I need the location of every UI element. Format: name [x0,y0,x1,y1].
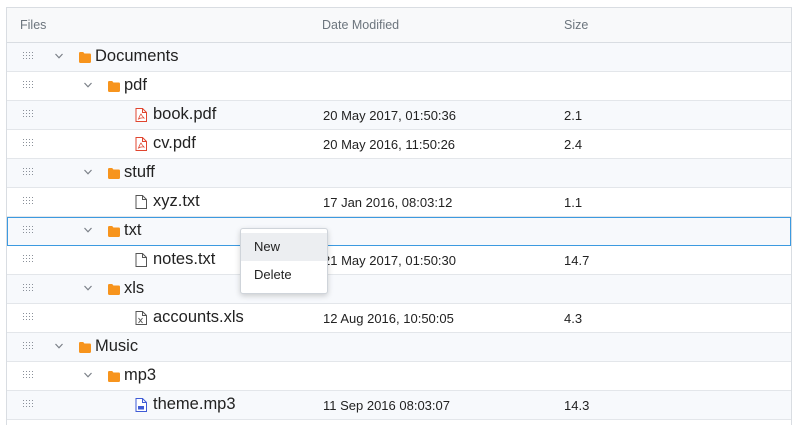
chevron-down-icon[interactable] [83,370,93,380]
folder-row[interactable]: Documents [7,43,791,72]
size-cell: 14.3 [564,397,590,413]
chevron-down-icon[interactable] [83,80,93,90]
date-modified-cell: 21 May 2017, 01:50:30 [323,252,456,268]
folder-icon [108,79,120,93]
context-menu-item-new[interactable]: New [241,233,327,261]
drag-handle-icon[interactable] [23,139,34,148]
drag-handle-icon[interactable] [23,52,34,61]
files-cell: mp3 [7,362,315,390]
file-name: accounts.xls [153,308,244,326]
size-cell: 2.1 [564,107,583,123]
folder-row[interactable]: xls [7,275,791,304]
folder-row[interactable]: pdf [7,72,791,101]
folder-icon [79,340,91,354]
chevron-down-icon[interactable] [54,341,64,351]
column-header-files[interactable]: Files [7,18,315,32]
file-row[interactable]: theme.mp3 11 Sep 2016 08:03:07 14.3 [7,391,791,420]
excel-file-icon [135,311,147,325]
files-cell: stuff [7,159,315,187]
file-name: theme.mp3 [153,395,236,413]
grid-body: Documents pdf book.pdf 20 May 2017, 01:50:3… [7,43,791,420]
drag-handle-icon[interactable] [23,226,34,235]
date-modified-cell: 12 Aug 2016, 10:50:05 [323,310,454,326]
folder-name: Documents [95,47,179,65]
file-name: book.pdf [153,105,217,123]
folder-icon [108,369,120,383]
context-menu: New Delete [240,228,328,294]
folder-name: txt [124,221,142,239]
drag-handle-icon[interactable] [23,197,34,206]
folder-icon [79,50,91,64]
date-modified-cell: 11 Sep 2016 08:03:07 [323,397,450,413]
folder-name: mp3 [124,366,157,384]
text-file-icon [135,195,147,209]
file-row[interactable]: book.pdf 20 May 2017, 01:50:36 2.1 [7,101,791,130]
files-cell: accounts.xls [7,304,315,332]
file-row[interactable]: cv.pdf 20 May 2016, 11:50:26 2.4 [7,130,791,159]
folder-name: Music [95,337,139,355]
files-cell: Music [7,333,315,361]
folder-row[interactable]: txt [7,217,791,246]
date-modified-cell: 20 May 2017, 01:50:36 [323,107,456,123]
file-row[interactable]: accounts.xls 12 Aug 2016, 10:50:05 4.3 [7,304,791,333]
folder-icon [108,282,120,296]
file-name: cv.pdf [153,134,196,152]
file-row[interactable]: xyz.txt 17 Jan 2016, 08:03:12 1.1 [7,188,791,217]
file-row[interactable]: notes.txt 21 May 2017, 01:50:30 14.7 [7,246,791,275]
drag-handle-icon[interactable] [23,400,34,409]
files-cell: xyz.txt [7,188,315,216]
drag-handle-icon[interactable] [23,284,34,293]
size-cell: 1.1 [564,194,583,210]
pdf-file-icon [135,137,147,151]
text-file-icon [135,253,147,267]
drag-handle-icon[interactable] [23,342,34,351]
files-cell: pdf [7,72,315,100]
chevron-down-icon[interactable] [83,283,93,293]
file-name: xyz.txt [153,192,200,210]
drag-handle-icon[interactable] [23,313,34,322]
file-name: notes.txt [153,250,216,268]
folder-row[interactable]: mp3 [7,362,791,391]
column-header-size[interactable]: Size [555,18,791,32]
files-cell: book.pdf [7,101,315,129]
size-cell: 2.4 [564,136,583,152]
chevron-down-icon[interactable] [83,167,93,177]
drag-handle-icon[interactable] [23,168,34,177]
date-modified-cell: 17 Jan 2016, 08:03:12 [323,194,453,210]
folder-row[interactable]: stuff [7,159,791,188]
size-cell: 14.7 [564,252,590,268]
size-cell: 4.3 [564,310,583,326]
files-cell: theme.mp3 [7,391,315,419]
tree-grid: Files Date Modified Size Documents pdf boo… [6,7,792,425]
column-header-date-modified[interactable]: Date Modified [315,18,555,32]
chevron-down-icon[interactable] [83,225,93,235]
folder-name: pdf [124,76,147,94]
files-cell: Documents [7,43,315,71]
chevron-down-icon[interactable] [54,51,64,61]
drag-handle-icon[interactable] [23,371,34,380]
folder-icon [108,166,120,180]
grid-header: Files Date Modified Size [7,8,791,43]
drag-handle-icon[interactable] [23,81,34,90]
files-cell: cv.pdf [7,130,315,158]
drag-handle-icon[interactable] [23,110,34,119]
drag-handle-icon[interactable] [23,255,34,264]
audio-file-icon [135,398,147,412]
folder-name: xls [124,279,145,297]
folder-icon [108,224,120,238]
folder-name: stuff [124,163,155,181]
pdf-file-icon [135,108,147,122]
context-menu-item-delete[interactable]: Delete [241,261,327,289]
folder-row[interactable]: Music [7,333,791,362]
date-modified-cell: 20 May 2016, 11:50:26 [323,136,456,152]
